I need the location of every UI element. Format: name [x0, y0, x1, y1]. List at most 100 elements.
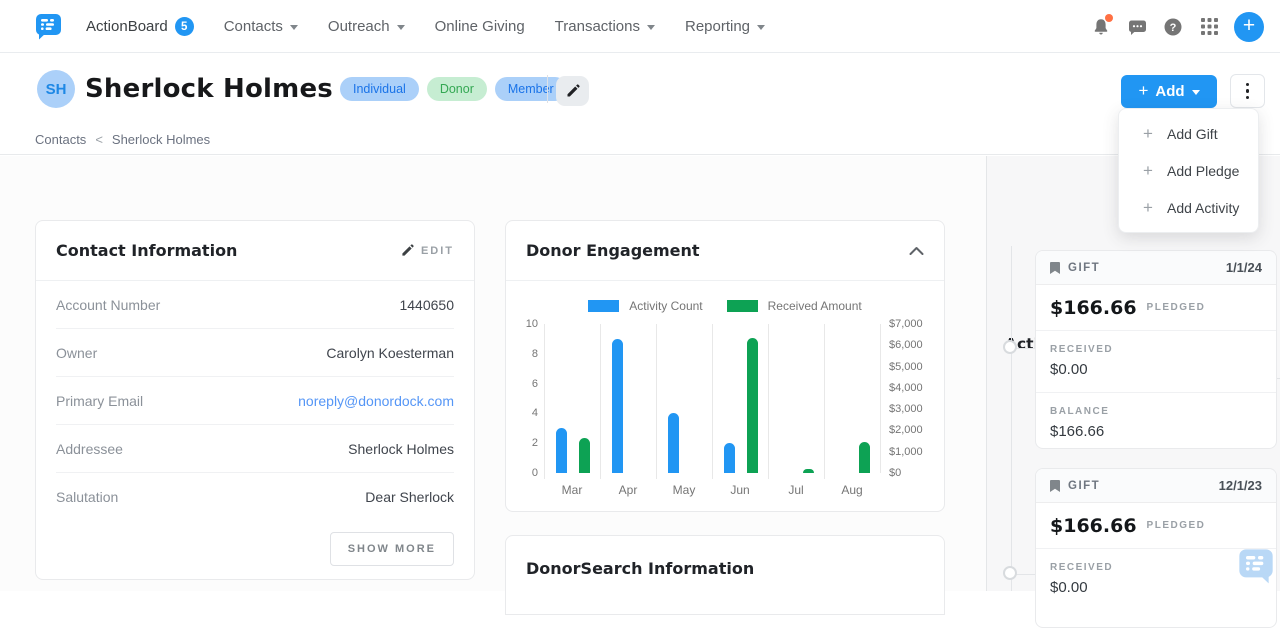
nav-reporting-label: Reporting	[685, 18, 750, 35]
contact-card-title: Contact Information	[56, 241, 237, 260]
plus-icon: +	[1141, 124, 1155, 144]
contact-field-row: Addressee Sherlock Holmes	[56, 425, 454, 473]
left-axis-tick: 2	[506, 436, 538, 450]
field-label: Primary Email	[56, 393, 143, 409]
contact-tags: Individual Donor Member	[340, 77, 567, 101]
timeline-dot	[1003, 340, 1017, 354]
gift-amount: $166.66	[1050, 297, 1137, 319]
bar-received-amount	[747, 338, 758, 473]
add-button[interactable]: + Add	[1121, 75, 1217, 108]
gift-type-label: GIFT	[1068, 262, 1100, 274]
more-options-button[interactable]	[1230, 74, 1265, 108]
menu-item-add-pledge[interactable]: + Add Pledge	[1119, 152, 1258, 189]
timeline-dot	[1003, 566, 1017, 580]
bar-activity-count	[724, 443, 735, 473]
donor-engagement-chart: Activity Count Received Amount 1086420 $…	[506, 281, 944, 513]
show-more-button[interactable]: SHOW MORE	[330, 532, 454, 566]
x-axis-label: Apr	[600, 483, 656, 497]
right-axis-tick: $5,000	[889, 360, 941, 374]
edit-contact-button[interactable]: EDIT	[401, 244, 454, 257]
nav-actionboard[interactable]: ActionBoard 5	[86, 17, 194, 36]
field-label: Account Number	[56, 297, 160, 313]
tag-individual[interactable]: Individual	[340, 77, 419, 101]
right-axis-tick: $7,000	[889, 317, 941, 331]
bookmark-icon	[1050, 480, 1060, 492]
chevron-down-icon	[290, 25, 298, 30]
messages-icon[interactable]	[1126, 16, 1148, 38]
divider	[547, 75, 548, 103]
top-navbar: ActionBoard 5 Contacts Outreach Online G…	[0, 0, 1280, 53]
breadcrumb-separator-icon: <	[95, 132, 103, 147]
nav-transactions[interactable]: Transactions	[555, 18, 655, 35]
nav-contacts[interactable]: Contacts	[224, 18, 298, 35]
gift-card-1[interactable]: GIFT 1/1/24 $166.66 PLEDGED RECEIVED $0.…	[1035, 250, 1277, 449]
chart-category-jul	[768, 324, 824, 479]
nav-online-giving[interactable]: Online Giving	[435, 18, 525, 35]
bookmark-icon	[1050, 262, 1060, 274]
gift-date: 12/1/23	[1219, 478, 1262, 493]
plus-icon: +	[1138, 81, 1148, 101]
breadcrumb-current: Sherlock Holmes	[112, 132, 210, 147]
quick-add-button[interactable]: +	[1234, 12, 1264, 42]
legend-label-activity: Activity Count	[629, 299, 702, 313]
bar-received-amount	[803, 469, 814, 473]
field-value: Dear Sherlock	[365, 489, 454, 505]
bar-received-amount	[859, 442, 870, 473]
x-axis-label: Jun	[712, 483, 768, 497]
breadcrumb: Contacts < Sherlock Holmes	[0, 125, 1280, 155]
navbar-actions: ? +	[1090, 0, 1264, 53]
chart-plot	[544, 324, 881, 473]
detail-value: $0.00	[1050, 579, 1262, 596]
donor-engagement-title: Donor Engagement	[526, 241, 700, 260]
right-axis-tick: $3,000	[889, 402, 941, 416]
avatar: SH	[37, 70, 75, 108]
notifications-bell-icon[interactable]	[1090, 16, 1112, 38]
legend-label-received: Received Amount	[768, 299, 862, 313]
donordock-logo-icon[interactable]	[35, 13, 62, 40]
nav-reporting[interactable]: Reporting	[685, 18, 765, 35]
menu-item-add-gift[interactable]: + Add Gift	[1119, 115, 1258, 152]
left-axis-tick: 8	[506, 347, 538, 361]
help-icon[interactable]: ?	[1162, 16, 1184, 38]
chevron-up-icon[interactable]	[909, 246, 924, 256]
gift-amount: $166.66	[1050, 515, 1137, 537]
field-value: 1440650	[399, 297, 454, 313]
profile-header: SH Sherlock Holmes Individual Donor Memb…	[0, 53, 1280, 125]
detail-label: RECEIVED	[1050, 344, 1262, 355]
edit-tags-button[interactable]	[556, 76, 589, 106]
contact-field-row: Salutation Dear Sherlock	[56, 473, 454, 521]
right-axis-tick: $0	[889, 466, 941, 480]
chart-legend: Activity Count Received Amount	[506, 299, 944, 313]
menu-item-label: Add Gift	[1167, 126, 1218, 142]
chart-category-mar	[544, 324, 600, 479]
bar-received-amount	[579, 438, 590, 473]
tag-donor[interactable]: Donor	[427, 77, 487, 101]
legend-swatch-received	[727, 300, 758, 312]
left-axis-tick: 10	[506, 317, 538, 331]
chat-widget-icon[interactable]	[1238, 548, 1274, 584]
nav-transactions-label: Transactions	[555, 18, 640, 35]
breadcrumb-contacts[interactable]: Contacts	[35, 132, 86, 147]
field-value: Carolyn Koesterman	[326, 345, 454, 361]
left-axis-tick: 0	[506, 466, 538, 480]
add-dropdown-menu: + Add Gift + Add Pledge + Add Activity	[1118, 108, 1259, 233]
field-value: Sherlock Holmes	[348, 441, 454, 457]
menu-item-add-activity[interactable]: + Add Activity	[1119, 189, 1258, 226]
gift-date: 1/1/24	[1226, 260, 1262, 275]
apps-grid-icon[interactable]	[1198, 16, 1220, 38]
email-link[interactable]: noreply@donordock.com	[298, 393, 454, 409]
add-button-label: Add	[1155, 83, 1184, 100]
chevron-down-icon	[1192, 90, 1200, 95]
donorsearch-title: DonorSearch Information	[526, 559, 754, 578]
menu-item-label: Add Pledge	[1167, 163, 1239, 179]
donorsearch-card: DonorSearch Information	[505, 535, 945, 615]
bar-activity-count	[668, 413, 679, 473]
right-axis-tick: $6,000	[889, 338, 941, 352]
bar-activity-count	[612, 339, 623, 473]
nav-online-giving-label: Online Giving	[435, 18, 525, 35]
chevron-down-icon	[757, 25, 765, 30]
chevron-down-icon	[647, 25, 655, 30]
chart-category-apr	[600, 324, 656, 479]
chart-x-labels: MarAprMayJunJulAug	[544, 483, 880, 497]
nav-outreach[interactable]: Outreach	[328, 18, 405, 35]
